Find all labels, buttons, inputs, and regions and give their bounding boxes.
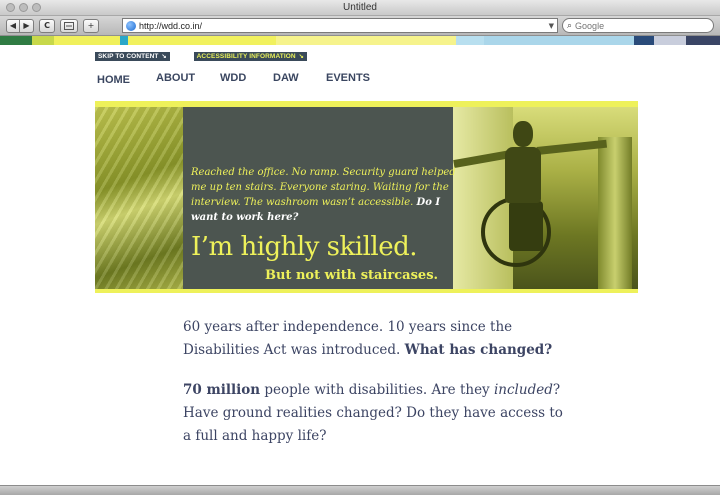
skip-to-content-label: SKIP TO CONTENT	[98, 53, 159, 60]
hero-banner: Reached the office. No ramp. Security gu…	[95, 101, 638, 293]
nav-wdd[interactable]: WDD	[220, 72, 246, 84]
reload-button[interactable]: C	[39, 18, 55, 33]
banner-headline: I’m highly skilled.	[191, 232, 418, 262]
banner-bottom-border	[95, 289, 638, 293]
window-title: Untitled	[343, 2, 377, 13]
color-strip-segment	[484, 36, 634, 45]
zoom-window-button[interactable]	[32, 3, 41, 12]
skip-to-content-link[interactable]: SKIP TO CONTENT ↘	[95, 52, 170, 61]
nav-daw[interactable]: DAW	[273, 72, 299, 84]
accessibility-info-label: ACCESSIBILITY INFORMATION	[196, 53, 296, 60]
window-bottom-bar	[0, 485, 720, 495]
snapback-icon	[64, 21, 74, 30]
color-strip-segment	[456, 36, 484, 45]
minimize-window-button[interactable]	[19, 3, 28, 12]
brand-color-strip	[0, 36, 720, 45]
color-strip-segment	[128, 36, 276, 45]
url-dropdown-icon[interactable]: ▼	[549, 22, 554, 30]
snapback-button[interactable]	[60, 18, 78, 33]
nav-events[interactable]: EVENTS	[326, 72, 370, 84]
back-button[interactable]: ◀	[6, 18, 20, 33]
intro-p1-bold: What has changed?	[404, 342, 553, 358]
banner-story: Reached the office. No ramp. Security gu…	[191, 165, 461, 225]
search-field[interactable]: ⌕	[562, 18, 714, 33]
history-buttons: ◀ ▶	[6, 18, 34, 33]
reload-icon: C	[44, 21, 50, 30]
add-bookmark-button[interactable]: +	[83, 18, 99, 33]
color-strip-segment	[634, 36, 654, 45]
forward-button[interactable]: ▶	[20, 18, 34, 33]
intro-p2-italic: included	[493, 382, 553, 398]
search-input[interactable]	[575, 20, 696, 31]
search-icon[interactable]: ⌕	[567, 21, 572, 31]
intro-content: 60 years after independence. 10 years si…	[183, 316, 563, 465]
url-text[interactable]: http://wdd.co.in/	[139, 21, 549, 31]
window-titlebar: Untitled	[0, 0, 720, 16]
globe-icon	[126, 20, 136, 31]
intro-p2-bold: 70 million	[183, 382, 261, 398]
address-bar[interactable]: http://wdd.co.in/ ▼	[122, 18, 558, 33]
wheelchair-user-photo	[453, 107, 638, 289]
color-strip-segment	[276, 36, 456, 45]
intro-paragraph-2: 70 million people with disabilities. Are…	[183, 379, 563, 448]
skip-links: SKIP TO CONTENT ↘ ACCESSIBILITY INFORMAT…	[95, 52, 307, 61]
color-strip-segment	[32, 36, 54, 45]
window-controls[interactable]	[6, 3, 41, 12]
color-strip-segment	[654, 36, 686, 45]
back-icon: ◀	[9, 21, 17, 30]
banner-subline: But not with staircases.	[265, 268, 439, 283]
intro-p2-text-a: people with disabilities. Are they	[264, 382, 490, 398]
color-strip-segment	[120, 36, 128, 45]
intro-paragraph-1: 60 years after independence. 10 years si…	[183, 316, 563, 362]
color-strip-segment	[686, 36, 720, 45]
color-strip-segment	[54, 36, 120, 45]
close-window-button[interactable]	[6, 3, 15, 12]
accessibility-info-link[interactable]: ACCESSIBILITY INFORMATION ↘	[193, 52, 307, 61]
nav-about[interactable]: ABOUT	[156, 72, 195, 84]
arrow-down-right-icon: ↘	[298, 54, 304, 60]
browser-toolbar: ◀ ▶ C + http://wdd.co.in/ ▼ ⌕	[0, 16, 720, 36]
add-icon: +	[87, 21, 95, 30]
staircase-photo	[95, 107, 183, 289]
forward-icon: ▶	[23, 21, 30, 30]
nav-home[interactable]: HOME	[97, 74, 130, 86]
arrow-down-right-icon: ↘	[161, 54, 167, 60]
color-strip-segment	[0, 36, 32, 45]
